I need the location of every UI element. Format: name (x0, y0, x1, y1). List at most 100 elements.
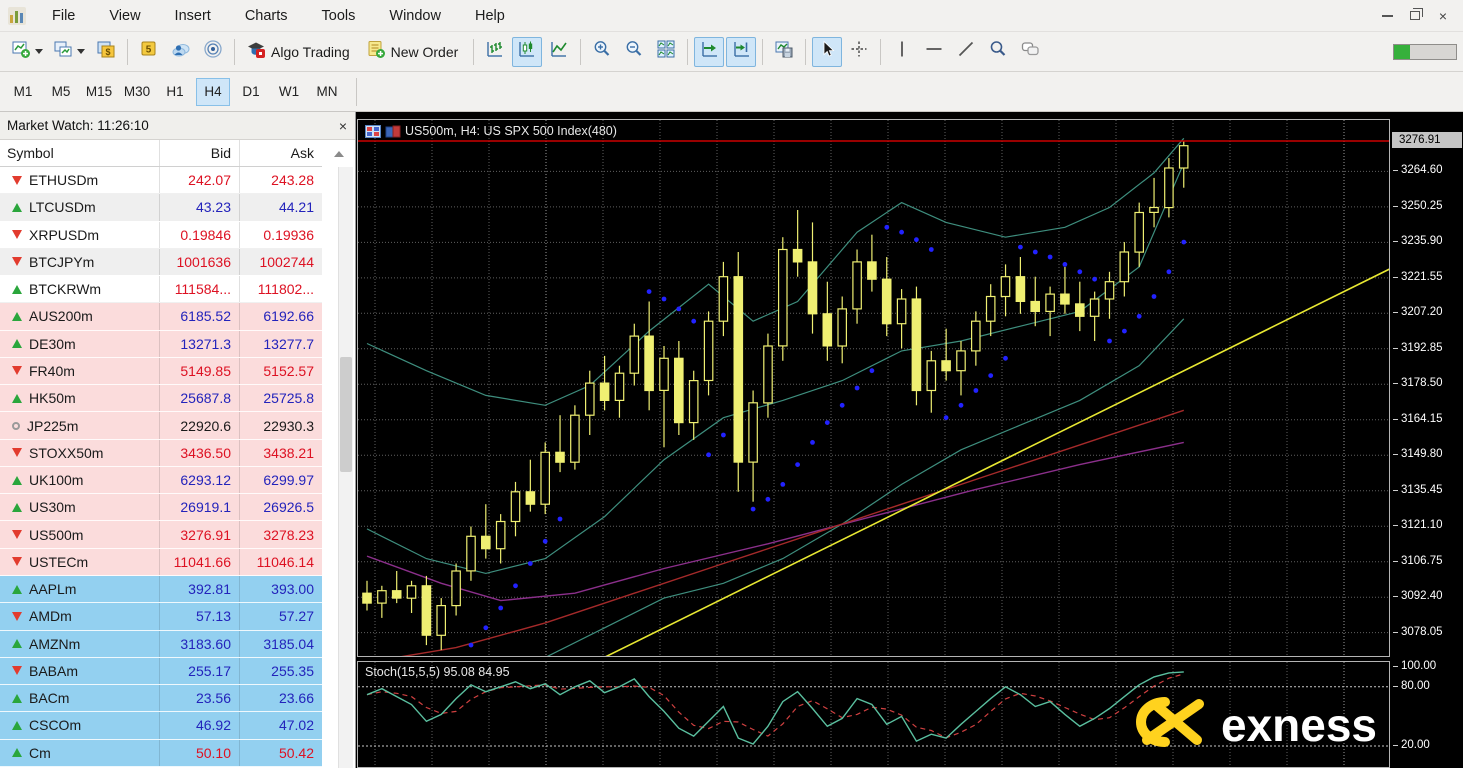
market-watch-row-JP225m[interactable]: JP225m 22920.6 22930.3 (0, 412, 322, 440)
window-restore-button[interactable] (1401, 5, 1429, 27)
magnifier-button[interactable] (983, 37, 1013, 67)
ask-value: 255.35 (271, 662, 314, 679)
timeframe-w1[interactable]: W1 (272, 78, 306, 106)
tile-windows-button[interactable] (651, 37, 681, 67)
timeframe-m1[interactable]: M1 (6, 78, 40, 106)
timeframe-m30[interactable]: M30 (120, 78, 154, 106)
timeframe-mn[interactable]: MN (310, 78, 344, 106)
auto-scroll-button[interactable] (694, 36, 725, 67)
timeframe-bar: M1 M5 M15 M30 H1 H4 D1 W1 MN (0, 72, 1463, 112)
market-watch-scrollbar[interactable] (338, 167, 353, 768)
bid-value: 3183.60 (160, 630, 240, 657)
column-header-bid[interactable]: Bid (160, 140, 240, 166)
bar-chart-button[interactable] (480, 37, 510, 67)
menu-view[interactable]: View (92, 0, 157, 31)
column-header-ask[interactable]: Ask (240, 140, 322, 166)
restore-icon (1410, 8, 1423, 20)
window-minimize-button[interactable] (1373, 5, 1401, 27)
scrollbar-thumb[interactable] (340, 357, 352, 472)
crosshair-button[interactable] (844, 37, 874, 67)
toolbar-separator (127, 38, 128, 65)
market-watch-row-BABAm[interactable]: BABAm 255.17 255.35 (0, 657, 322, 686)
profiles-button[interactable] (49, 37, 89, 67)
timeframe-h4[interactable]: H4 (196, 77, 230, 106)
zoom-in-button[interactable] (587, 37, 617, 67)
menu-charts[interactable]: Charts (228, 0, 305, 31)
main-chart-plot[interactable] (357, 119, 1390, 657)
candlestick-chart-icon (517, 39, 537, 64)
symbol-cell: AAPLm (0, 575, 160, 603)
ask-value: 1002744 (259, 253, 314, 270)
symbol-cell: HK50m (0, 385, 160, 412)
timeframe-m5[interactable]: M5 (44, 78, 78, 106)
symbol-cell: JP225m (0, 412, 160, 439)
price-axis-label: 3207.20 (1393, 305, 1443, 319)
algo-trading-button[interactable]: Algo Trading (241, 37, 359, 67)
cursor-button[interactable] (812, 36, 843, 67)
menu-help[interactable]: Help (458, 0, 522, 31)
comments-button[interactable] (1015, 37, 1045, 67)
symbol-name: BABAm (29, 662, 79, 679)
trendline-button[interactable] (951, 37, 981, 67)
market-watch-row-AAPLm[interactable]: AAPLm 392.81 393.00 (0, 575, 322, 604)
market-watch-close-button[interactable]: × (331, 118, 355, 134)
market-watch-row-USTECm[interactable]: USTECm 11041.66 11046.14 (0, 548, 322, 576)
candlestick-chart-button[interactable] (512, 36, 543, 67)
market-watch-row-XRPUSDm[interactable]: XRPUSDm 0.19846 0.19936 (0, 221, 322, 249)
up-arrow-icon (12, 502, 22, 512)
market-watch-row-LTCUSDm[interactable]: LTCUSDm 43.23 44.21 (0, 194, 322, 222)
new-chart-button[interactable] (7, 37, 47, 67)
column-header-symbol[interactable]: Symbol (0, 140, 160, 166)
market-watch-row-AMZNm[interactable]: AMZNm 3183.60 3185.04 (0, 630, 322, 658)
menu-file[interactable]: File (35, 0, 92, 31)
up-arrow-icon (12, 584, 22, 594)
new-order-button[interactable]: New Order (361, 37, 468, 67)
market-watch-row-BACm[interactable]: BACm 23.56 23.66 (0, 685, 322, 713)
timeframe-h1[interactable]: H1 (158, 78, 192, 106)
market-watch-row-STOXX50m[interactable]: STOXX50m 3436.50 3438.21 (0, 439, 322, 467)
menu-window[interactable]: Window (372, 0, 458, 31)
market-watch-row-AMDm[interactable]: AMDm 57.13 57.27 (0, 603, 322, 631)
symbol-cell: BTCJPYm (0, 248, 160, 276)
market-watch-row-FR40m[interactable]: FR40m 5149.85 5152.57 (0, 357, 322, 386)
market-watch-row-US30m[interactable]: US30m 26919.1 26926.5 (0, 494, 322, 522)
ask-value: 25725.8 (263, 390, 314, 407)
market-watch-row-HK50m[interactable]: HK50m 25687.8 25725.8 (0, 385, 322, 413)
market-watch-row-UK100m[interactable]: UK100m 6293.12 6299.97 (0, 466, 322, 495)
ask-value: 111802... (257, 281, 314, 298)
market-watch-row-ETHUSDm[interactable]: ETHUSDm 242.07 243.28 (0, 167, 322, 195)
price-axis[interactable]: 3276.91 3264.60 3250.25 3235.90 3221.55 3207… (1391, 112, 1463, 768)
market-watch-row-DE30m[interactable]: DE30m 13271.3 13277.7 (0, 330, 322, 358)
timeframe-m15[interactable]: M15 (82, 78, 116, 106)
community-button[interactable] (166, 37, 196, 67)
market-watch-row-US500m[interactable]: US500m 3276.91 3278.23 (0, 521, 322, 549)
symbol-cell: XRPUSDm (0, 221, 160, 248)
signals-button[interactable] (198, 37, 228, 67)
zoom-out-button[interactable] (619, 37, 649, 67)
symbol-cell: FR40m (0, 357, 160, 385)
trendline-icon (956, 39, 976, 64)
horizontal-line-button[interactable] (919, 37, 949, 67)
line-chart-button[interactable] (544, 37, 574, 67)
market-watch-button[interactable]: $ (91, 37, 121, 67)
bid-value: 3436.50 (160, 439, 240, 466)
bid-value: 23.56 (160, 685, 240, 712)
window-close-button[interactable]: × (1429, 5, 1457, 27)
market-watch-row-CSCOm[interactable]: CSCOm 46.92 47.02 (0, 712, 322, 740)
market-watch-row-Cm[interactable]: Cm 50.10 50.42 (0, 739, 322, 767)
timeframe-d1[interactable]: D1 (234, 78, 268, 106)
save-template-button[interactable] (769, 37, 799, 67)
symbol-cell: BTCKRWm (0, 276, 160, 303)
market-watch-row-BTCJPYm[interactable]: BTCJPYm 1001636 1002744 (0, 248, 322, 277)
market-watch-row-BTCKRWm[interactable]: BTCKRWm 111584... 111802... (0, 276, 322, 304)
menu-insert[interactable]: Insert (158, 0, 228, 31)
market-watch-row-AUS200m[interactable]: AUS200m 6185.52 6192.66 (0, 303, 322, 331)
mql5-button[interactable]: 5 (134, 37, 164, 67)
ask-value: 23.66 (278, 690, 314, 707)
app-logo-icon (7, 6, 27, 26)
chart-shift-button[interactable] (726, 36, 757, 67)
vertical-line-button[interactable] (887, 37, 917, 67)
menu-tools[interactable]: Tools (305, 0, 373, 31)
toolbar-separator (687, 38, 689, 65)
scroll-up-button[interactable] (322, 140, 355, 167)
